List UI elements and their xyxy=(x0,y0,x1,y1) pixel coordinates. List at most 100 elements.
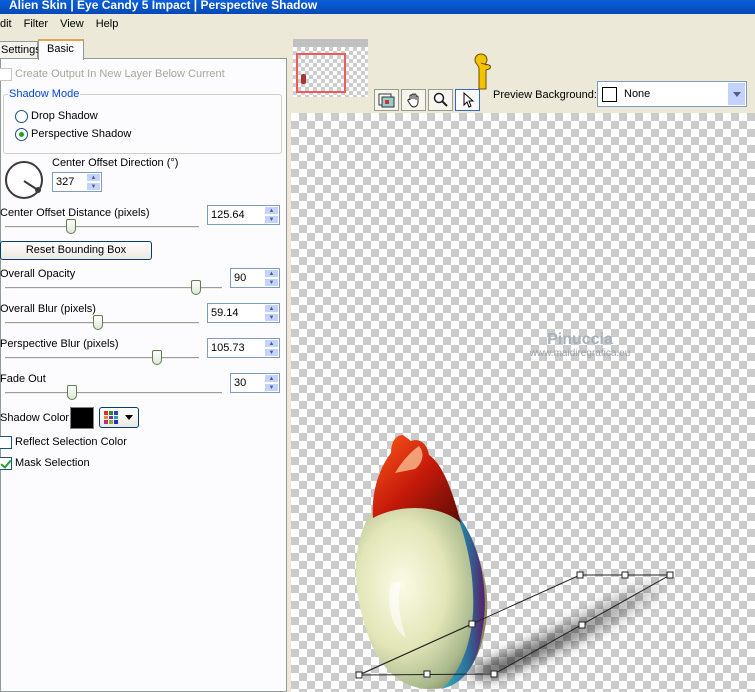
direction-dial[interactable] xyxy=(5,161,43,199)
perspective-blur-label: Perspective Blur (pixels) xyxy=(0,338,119,350)
create-output-label: Create Output In New Layer Below Current xyxy=(15,68,225,80)
center-offset-distance-label: Center Offset Distance (pixels) xyxy=(0,207,150,219)
preview-artwork xyxy=(355,435,674,689)
magnifier-icon xyxy=(433,92,448,107)
shadow-mode-group: Shadow Mode Drop Shadow Perspective Shad… xyxy=(3,88,282,154)
perspective-blur-slider[interactable] xyxy=(5,350,199,366)
shadow-mode-legend: Shadow Mode xyxy=(8,88,81,100)
preview-toggle-button[interactable] xyxy=(374,89,399,111)
menu-edit[interactable]: dit xyxy=(0,18,12,30)
overall-opacity-value: 90 xyxy=(234,272,247,284)
tab-settings-label: Settings xyxy=(1,44,41,56)
drop-shadow-radio[interactable] xyxy=(15,110,28,123)
drop-shadow-label: Drop Shadow xyxy=(31,110,98,122)
center-offset-direction-value: 327 xyxy=(56,176,75,188)
navigator-object xyxy=(301,74,306,84)
tab-strip: Settings Basic xyxy=(0,39,291,60)
select-tool-button[interactable] xyxy=(455,89,480,111)
center-offset-distance-slider[interactable] xyxy=(5,219,199,235)
overall-blur-label: Overall Blur (pixels) xyxy=(0,303,96,315)
menu-bar: dit Filter View Help xyxy=(0,14,755,33)
fade-out-value: 30 xyxy=(234,377,247,389)
navigator-view-rect[interactable] xyxy=(296,53,346,93)
background-swatch xyxy=(602,87,617,102)
dial-knob xyxy=(35,187,41,193)
overall-blur-value: 59.14 xyxy=(211,307,239,319)
bbox-handle[interactable] xyxy=(490,670,498,678)
overall-opacity-label: Overall Opacity xyxy=(0,268,76,280)
center-offset-distance-value: 125.64 xyxy=(211,209,245,221)
tab-basic-label: Basic xyxy=(47,43,74,55)
slider-track xyxy=(5,392,222,395)
mask-selection-checkbox[interactable] xyxy=(0,457,12,470)
spinner-arrows[interactable]: ▲ ▼ xyxy=(264,339,279,357)
perspective-shadow-label: Perspective Shadow xyxy=(31,128,132,140)
shadow-color-label: Shadow Color xyxy=(0,412,70,424)
hand-tool-button[interactable] xyxy=(401,89,426,111)
fade-out-label: Fade Out xyxy=(0,373,46,385)
fade-out-spinner[interactable]: 30 ▲ ▼ xyxy=(230,373,280,393)
menu-view[interactable]: View xyxy=(60,18,84,30)
overall-blur-spinner[interactable]: 59.14 ▲ ▼ xyxy=(207,303,280,323)
overall-opacity-slider[interactable] xyxy=(5,280,222,296)
bbox-handle[interactable] xyxy=(423,670,431,678)
preview-canvas[interactable]: Pinuccia www.maidiregrafica.eu xyxy=(291,113,755,692)
menu-filter[interactable]: Filter xyxy=(24,18,48,30)
preview-background-value: None xyxy=(624,88,651,100)
preview-background-label: Preview Background: xyxy=(493,89,597,101)
tab-basic[interactable]: Basic xyxy=(38,39,84,60)
basic-tab-content: Create Output In New Layer Below Current… xyxy=(0,58,287,692)
color-palette-button[interactable] xyxy=(99,407,139,428)
spinner-arrows[interactable]: ▲ ▼ xyxy=(264,374,279,392)
zoom-tool-button[interactable] xyxy=(428,89,453,111)
slider-track xyxy=(5,226,199,229)
spinner-arrows[interactable]: ▲ ▼ xyxy=(264,206,279,224)
create-output-checkbox[interactable] xyxy=(0,68,12,81)
chevron-down-icon xyxy=(125,415,133,420)
perspective-shadow-radio[interactable] xyxy=(15,128,28,141)
palette-grid-icon xyxy=(104,411,118,424)
window-title: Alien Skin | Eye Candy 5 Impact | Perspe… xyxy=(9,0,318,12)
center-offset-direction-spinner[interactable]: 327 ▲ ▼ xyxy=(52,172,102,192)
bbox-handle[interactable] xyxy=(621,571,629,579)
slider-thumb[interactable] xyxy=(191,280,201,295)
settings-panel: Settings Basic Create Output In New Laye… xyxy=(0,33,291,692)
perspective-blur-spinner[interactable]: 105.73 ▲ ▼ xyxy=(207,338,280,358)
center-offset-distance-spinner[interactable]: 125.64 ▲ ▼ xyxy=(207,205,280,225)
center-offset-direction-label: Center Offset Direction (°) xyxy=(52,157,179,169)
tab-settings[interactable]: Settings xyxy=(0,41,41,59)
menu-help[interactable]: Help xyxy=(96,18,119,30)
slider-thumb[interactable] xyxy=(152,350,162,365)
bbox-handle[interactable] xyxy=(578,621,586,629)
shadow-color-swatch[interactable] xyxy=(70,407,94,429)
reset-bounding-box-button[interactable]: Reset Bounding Box xyxy=(0,241,152,260)
window-title-bar: Alien Skin | Eye Candy 5 Impact | Perspe… xyxy=(0,0,755,14)
spinner-arrows[interactable]: ▲ ▼ xyxy=(86,173,101,191)
arrow-icon xyxy=(463,92,474,108)
slider-track xyxy=(5,287,222,290)
slider-track xyxy=(5,357,199,360)
preview-pane: Preview Background: None Pinuccia www.ma… xyxy=(291,33,755,692)
bbox-handle[interactable] xyxy=(355,671,363,679)
reflect-selection-label: Reflect Selection Color xyxy=(15,436,127,448)
overall-blur-slider[interactable] xyxy=(5,315,199,331)
bbox-handle[interactable] xyxy=(468,620,476,628)
hand-icon xyxy=(406,93,418,108)
fade-out-slider[interactable] xyxy=(5,385,222,401)
spinner-arrows[interactable]: ▲ ▼ xyxy=(264,304,279,322)
preview-background-select[interactable]: None xyxy=(597,81,747,107)
navigator-thumbnail[interactable] xyxy=(293,39,368,97)
bbox-handle[interactable] xyxy=(666,571,674,579)
perspective-blur-value: 105.73 xyxy=(211,342,245,354)
slider-thumb[interactable] xyxy=(93,315,103,330)
slider-thumb[interactable] xyxy=(66,219,76,234)
mask-selection-label: Mask Selection xyxy=(15,457,90,469)
spinner-arrows[interactable]: ▲ ▼ xyxy=(264,269,279,287)
reflect-selection-checkbox[interactable] xyxy=(0,436,12,449)
slider-thumb[interactable] xyxy=(67,385,77,400)
preview-toggle-icon xyxy=(378,93,394,108)
bbox-handle[interactable] xyxy=(576,571,584,579)
overall-opacity-spinner[interactable]: 90 ▲ ▼ xyxy=(230,268,280,288)
preview-toolbar: Preview Background: None xyxy=(291,33,755,113)
chevron-down-icon[interactable] xyxy=(728,83,745,105)
